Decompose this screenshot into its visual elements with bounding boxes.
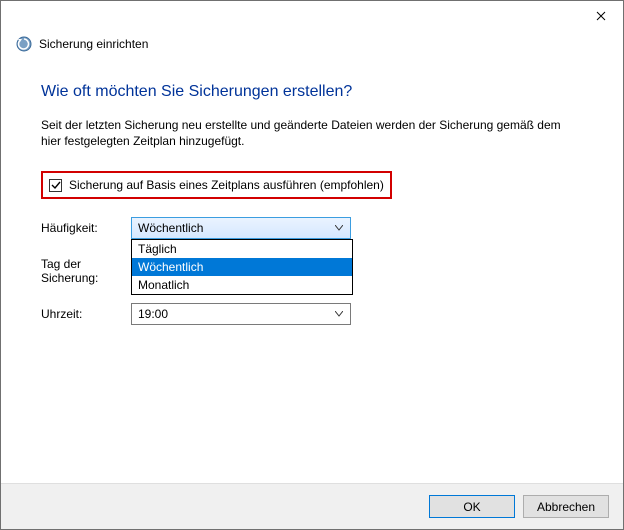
chevron-down-icon xyxy=(332,311,346,317)
window-header: Sicherung einrichten xyxy=(1,31,623,63)
time-combo-value: 19:00 xyxy=(138,307,332,321)
schedule-checkbox[interactable] xyxy=(49,179,62,192)
ok-button[interactable]: OK xyxy=(429,495,515,518)
backup-icon xyxy=(15,35,33,53)
time-combo[interactable]: 19:00 xyxy=(131,303,351,325)
ok-button-label: OK xyxy=(463,500,480,514)
chevron-down-icon xyxy=(332,225,346,231)
dialog-footer: OK Abbrechen xyxy=(1,483,623,529)
frequency-label: Häufigkeit: xyxy=(41,217,131,235)
frequency-dropdown: Täglich Wöchentlich Monatlich xyxy=(131,239,353,295)
content-area: Wie oft möchten Sie Sicherungen erstelle… xyxy=(1,63,623,483)
frequency-combo[interactable]: Wöchentlich Täglich Wöchentlich Monatlic… xyxy=(131,217,351,239)
close-button[interactable] xyxy=(578,1,623,30)
checkmark-icon xyxy=(51,180,61,190)
time-label: Uhrzeit: xyxy=(41,303,131,321)
cancel-button[interactable]: Abbrechen xyxy=(523,495,609,518)
cancel-button-label: Abbrechen xyxy=(537,500,595,514)
page-heading: Wie oft möchten Sie Sicherungen erstelle… xyxy=(41,83,583,101)
frequency-option-daily[interactable]: Täglich xyxy=(132,240,352,258)
close-icon xyxy=(596,11,606,21)
titlebar xyxy=(1,1,623,31)
day-label: Tag der Sicherung: xyxy=(41,253,131,285)
schedule-form: Häufigkeit: Wöchentlich Täglich Wöchentl… xyxy=(41,217,583,325)
page-description: Seit der letzten Sicherung neu erstellte… xyxy=(41,117,583,149)
frequency-option-weekly[interactable]: Wöchentlich xyxy=(132,258,352,276)
schedule-checkbox-label: Sicherung auf Basis eines Zeitplans ausf… xyxy=(69,178,384,192)
frequency-option-monthly[interactable]: Monatlich xyxy=(132,276,352,294)
schedule-checkbox-row: Sicherung auf Basis eines Zeitplans ausf… xyxy=(41,171,392,199)
frequency-combo-value: Wöchentlich xyxy=(138,221,332,235)
backup-setup-window: Sicherung einrichten Wie oft möchten Sie… xyxy=(0,0,624,530)
window-title: Sicherung einrichten xyxy=(39,37,148,51)
